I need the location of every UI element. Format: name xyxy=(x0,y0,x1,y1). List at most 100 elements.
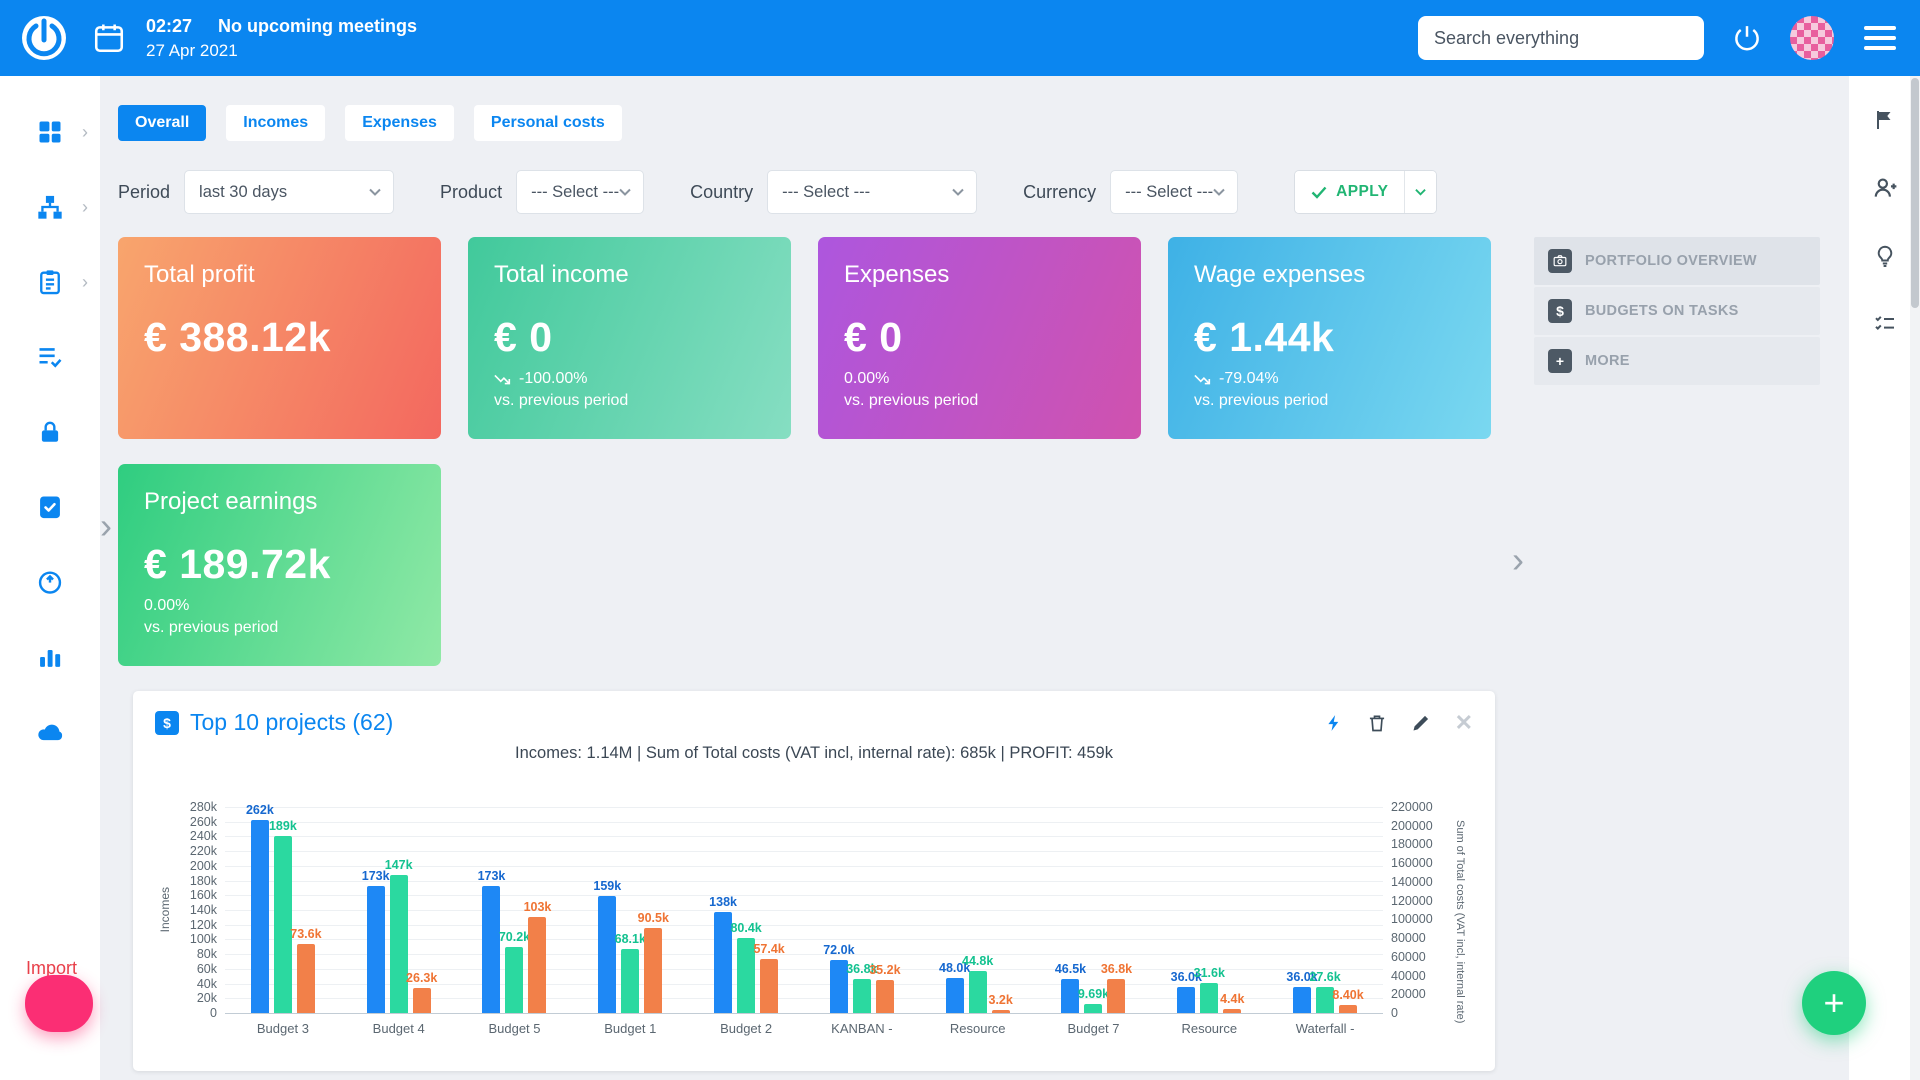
tab-overall[interactable]: Overall xyxy=(118,105,207,141)
carousel-left-arrow[interactable]: › xyxy=(100,508,112,544)
bar-incomes[interactable]: 48.0k xyxy=(939,961,970,1013)
chevron-down-icon xyxy=(1213,188,1225,196)
bar-profit[interactable]: 26.3k xyxy=(406,971,437,1013)
bar-total-costs-vat-incl-internal-rate[interactable]: 80.4k xyxy=(730,921,762,1013)
power-icon[interactable] xyxy=(1732,23,1762,53)
side-panel-item-portfolio-overview[interactable]: PORTFOLIO OVERVIEW xyxy=(1534,237,1820,285)
bar-incomes[interactable]: 159k xyxy=(593,879,621,1013)
sidebar-item-lock[interactable] xyxy=(16,398,84,466)
carousel-right-arrow[interactable]: › xyxy=(1512,542,1524,578)
bar-profit[interactable]: 35.2k xyxy=(869,963,901,1013)
close-icon[interactable]: ✕ xyxy=(1455,711,1473,734)
sidebar-item-reports[interactable] xyxy=(16,623,84,691)
bar-total-costs-vat-incl-internal-rate[interactable]: 44.8k xyxy=(962,954,993,1013)
gridline xyxy=(225,1013,1383,1014)
delete-icon[interactable] xyxy=(1367,712,1387,734)
rail-item-ideas[interactable] xyxy=(1865,236,1905,276)
tab-incomes[interactable]: Incomes xyxy=(226,105,326,141)
bar-profit[interactable]: 3.2k xyxy=(989,993,1013,1013)
menu-icon[interactable] xyxy=(1864,26,1896,50)
period-select[interactable]: last 30 days xyxy=(184,170,395,214)
apply-button[interactable]: APPLY xyxy=(1295,171,1405,213)
bar-profit[interactable]: 103k xyxy=(524,900,551,1013)
tabs: Overall Incomes Expenses Personal costs xyxy=(118,105,1849,141)
sidebar-item-approved-tasks[interactable] xyxy=(16,473,84,541)
side-panel-item-budgets-on-tasks[interactable]: $ BUDGETS ON TASKS xyxy=(1534,287,1820,335)
search-input[interactable] xyxy=(1434,27,1688,49)
bar-incomes[interactable]: 36.0k xyxy=(1286,970,1318,1013)
time-target-icon xyxy=(36,568,64,596)
calendar-icon[interactable] xyxy=(92,21,126,55)
bar-profit[interactable]: 36.8k xyxy=(1101,962,1132,1013)
add-fab[interactable]: + xyxy=(1802,971,1866,1035)
sidebar-item-hierarchy[interactable]: › xyxy=(16,173,88,241)
x-axis-labels: Budget 3 Budget 4 Budget 5 Budget 1 Budget 2… xyxy=(225,1021,1383,1036)
scrollbar-thumb[interactable] xyxy=(1911,78,1919,308)
bar-total-costs-vat-incl-internal-rate[interactable]: 9.69k xyxy=(1078,987,1109,1013)
bar-profit[interactable]: 57.4k xyxy=(753,942,785,1013)
bar-profit[interactable]: 8.40k xyxy=(1332,988,1364,1013)
rail-item-flag[interactable] xyxy=(1865,100,1905,140)
page-scrollbar[interactable] xyxy=(1910,76,1920,1080)
bar-profit[interactable]: 4.4k xyxy=(1220,992,1244,1013)
bar-incomes[interactable]: 72.0k xyxy=(823,943,855,1013)
sidebar-item-clipboard[interactable]: › xyxy=(16,248,88,316)
avatar[interactable] xyxy=(1790,16,1834,60)
add-user-icon xyxy=(1872,175,1898,201)
side-panel-item-more[interactable]: + MORE xyxy=(1534,337,1820,385)
x-axis-label: Budget 1 xyxy=(604,1021,657,1036)
bar-incomes[interactable]: 46.5k xyxy=(1055,962,1086,1013)
bar-incomes[interactable]: 262k xyxy=(246,803,274,1013)
chevron-down-icon xyxy=(369,188,381,196)
apply-dropdown-toggle[interactable] xyxy=(1404,171,1437,213)
side-panel-label: BUDGETS ON TASKS xyxy=(1585,303,1739,319)
kpi-title: Total profit xyxy=(144,261,255,288)
bar-incomes[interactable]: 36.0k xyxy=(1171,970,1202,1013)
bar-value-label: 44.8k xyxy=(962,954,994,969)
country-label: Country xyxy=(690,181,754,202)
period-label: Period xyxy=(118,181,171,202)
rail-item-add-user[interactable] xyxy=(1865,168,1905,208)
bar-value-label: 4.4k xyxy=(1220,991,1245,1006)
chat-fab[interactable] xyxy=(25,975,93,1032)
kpi-card-project-earnings[interactable]: Project earnings € 189.72k 0.00% vs. previo… xyxy=(118,464,441,666)
bar-total-costs-vat-incl-internal-rate[interactable]: 70.2k xyxy=(499,930,530,1013)
sidebar-item-cloud[interactable] xyxy=(16,698,84,766)
x-axis-label: KANBAN - xyxy=(831,1021,893,1036)
kpi-delta: -79.04% xyxy=(1194,370,1465,388)
y-tick-left: 20k xyxy=(196,991,217,1006)
bar-profit[interactable]: 73.6k xyxy=(290,927,322,1013)
kpi-card-total-profit[interactable]: Total profit € 388.12k xyxy=(118,237,441,439)
country-select[interactable]: --- Select --- xyxy=(767,170,978,214)
bar-incomes[interactable]: 173k xyxy=(478,869,505,1013)
rail-item-checklist[interactable] xyxy=(1865,304,1905,344)
topbar-time: 02:27 xyxy=(146,15,193,36)
flash-icon[interactable] xyxy=(1325,712,1343,734)
bar-incomes[interactable]: 173k xyxy=(362,869,390,1013)
bar-profit[interactable]: 90.5k xyxy=(638,911,669,1013)
sidebar-item-time-tracking[interactable] xyxy=(16,548,84,616)
bar-total-costs-vat-incl-internal-rate[interactable]: 147k xyxy=(385,858,413,1013)
tab-personal-costs[interactable]: Personal costs xyxy=(473,105,622,141)
kpi-card-total-income[interactable]: Total income € 0 -100.00% vs. previous peri… xyxy=(468,237,791,439)
bar-total-costs-vat-incl-internal-rate[interactable]: 189k xyxy=(269,819,297,1013)
y-tick-left: 160k xyxy=(189,888,217,903)
bar-total-costs-vat-incl-internal-rate[interactable]: 27.6k xyxy=(1309,970,1341,1013)
bar-total-costs-vat-incl-internal-rate[interactable]: 36.8k xyxy=(846,962,878,1013)
bar-groups: 262k 189k 73.6k 173k 147k 26.3k 173k 70.2k 103k 1… xyxy=(225,803,1383,1013)
bar-total-costs-vat-incl-internal-rate[interactable]: 68.1k xyxy=(615,932,646,1013)
currency-select[interactable]: --- Select --- xyxy=(1110,170,1239,214)
app-logo[interactable] xyxy=(20,14,68,62)
sidebar-item-dashboard[interactable]: › xyxy=(16,98,88,166)
product-select[interactable]: --- Select --- xyxy=(516,170,645,214)
bar-total-costs-vat-incl-internal-rate[interactable]: 31.6k xyxy=(1194,966,1225,1013)
kpi-card-wage-expenses[interactable]: Wage expenses € 1.44k -79.04% vs. previous … xyxy=(1168,237,1491,439)
chart-title: Top 10 projects (62) xyxy=(190,709,394,735)
right-axis-ticks: 220000 200000 180000 160000 140000 120000 1000… xyxy=(1383,800,1447,1020)
bar-incomes[interactable]: 138k xyxy=(709,895,737,1013)
tab-expenses[interactable]: Expenses xyxy=(345,105,454,141)
sidebar-item-task-list[interactable] xyxy=(16,323,84,391)
edit-icon[interactable] xyxy=(1411,713,1431,733)
apply-label: APPLY xyxy=(1336,183,1389,200)
kpi-card-expenses[interactable]: Expenses € 0 0.00% vs. previous period xyxy=(818,237,1141,439)
